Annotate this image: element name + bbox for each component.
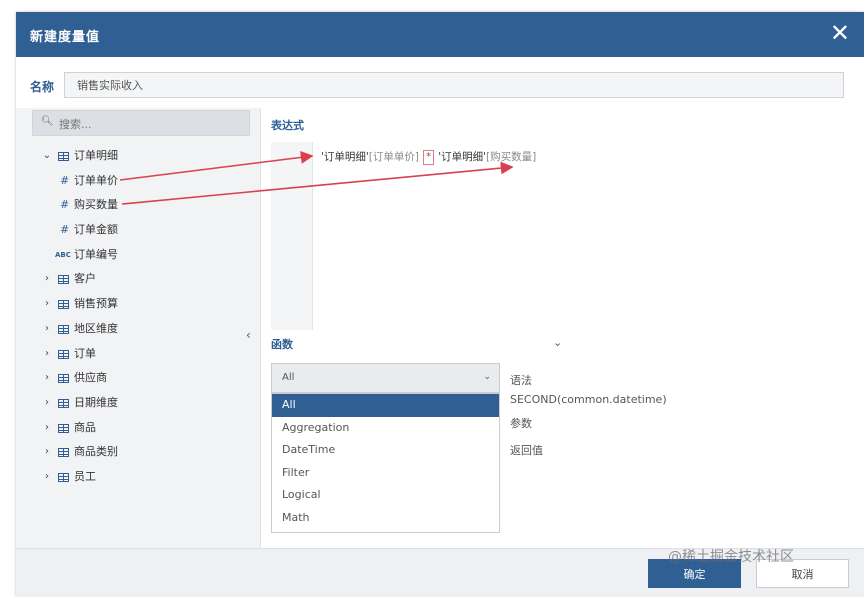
numeric-field-icon: # [60, 198, 70, 212]
chevron-right-icon[interactable]: › [42, 342, 52, 367]
dialog-titlebar: 新建度量值 ✕ [16, 12, 864, 57]
table-icon [58, 448, 69, 458]
chevron-right-icon[interactable]: › [42, 366, 52, 391]
return-label: 返回值 [510, 444, 543, 457]
functions-header: 函数 ⌄ [271, 336, 848, 358]
chevron-down-icon[interactable]: ⌄ [42, 144, 52, 169]
tree-field-label: 订单单价 [74, 173, 118, 187]
text-field-icon: ABC [55, 250, 71, 259]
dialog-title: 新建度量值 [30, 30, 101, 45]
table-icon [58, 275, 69, 285]
tree-table-label: 地区维度 [74, 321, 118, 335]
tree-table-label: 客户 [74, 272, 96, 286]
chevron-right-icon[interactable]: › [42, 440, 52, 465]
expression-gutter [271, 142, 312, 330]
tree-field-order-amount[interactable]: # 订单金额 [16, 218, 260, 243]
table-icon [58, 300, 69, 310]
tree-table-sales-budget[interactable]: › 销售预算 [16, 292, 260, 317]
table-icon [58, 423, 69, 433]
tree-table-label: 日期维度 [74, 395, 118, 409]
params-label: 参数 [510, 417, 532, 430]
chevron-down-icon[interactable]: ⌄ [553, 336, 562, 349]
tree-group-order-detail[interactable]: ⌄ 订单明细 [16, 144, 260, 169]
collapse-panel-icon[interactable]: ‹ [246, 328, 251, 342]
tree-field-label: 订单编号 [74, 247, 118, 261]
field-tree-panel: 🔍︎ ⌄ 订单明细 # 订单单价 # 购买数量 # 订单金额 ABC [16, 108, 260, 548]
table-icon [58, 374, 69, 384]
tree-table-label: 销售预算 [74, 297, 118, 311]
tree-table-order[interactable]: › 订单 [16, 342, 260, 367]
tree-table-date[interactable]: › 日期维度 [16, 391, 260, 416]
chevron-right-icon[interactable]: › [42, 317, 52, 342]
option-all[interactable]: All [272, 394, 499, 417]
tree-table-label: 员工 [74, 469, 96, 483]
expression-text: '订单明细'[订单单价] * '订单明细'[购买数量] [321, 149, 536, 165]
syntax-label: 语法 [510, 374, 532, 387]
expression-box: '订单明细'[订单单价] * '订单明细'[购买数量] [271, 142, 849, 330]
cancel-button[interactable]: 取消 [756, 559, 849, 588]
expr-column-ref: [订单单价] [368, 151, 419, 163]
tree-table-employee[interactable]: › 员工 [16, 465, 260, 490]
tree-table-label: 商品 [74, 420, 96, 434]
new-measure-dialog: 新建度量值 ✕ 名称 🔍︎ ⌄ 订单明细 # 订单单价 # 购买数量 [16, 12, 864, 597]
tree-field-unit-price[interactable]: # 订单单价 [16, 169, 260, 194]
table-icon [58, 472, 69, 482]
option-logical[interactable]: Logical [272, 484, 499, 507]
function-category-select[interactable]: All ⌄ [271, 363, 500, 393]
expr-table-ref: '订单明细' [321, 151, 369, 163]
table-icon [58, 398, 69, 408]
search-box[interactable]: 🔍︎ [32, 110, 250, 136]
expression-editor[interactable]: '订单明细'[订单单价] * '订单明细'[购买数量] [312, 142, 849, 330]
tree-table-customer[interactable]: › 客户 [16, 267, 260, 292]
table-icon [58, 349, 69, 359]
function-category-list: All Aggregation DateTime Filter Logical … [271, 393, 500, 533]
option-aggregation[interactable]: Aggregation [272, 417, 499, 440]
option-math[interactable]: Math [272, 507, 499, 530]
tree-table-label: 订单 [74, 346, 96, 360]
table-icon [58, 324, 69, 334]
tree-field-order-number[interactable]: ABC 订单编号 [16, 243, 260, 268]
expression-label: 表达式 [271, 119, 304, 132]
numeric-field-icon: # [60, 223, 70, 237]
search-icon: 🔍︎ [41, 116, 54, 127]
option-datetime[interactable]: DateTime [272, 439, 499, 462]
chevron-right-icon[interactable]: › [42, 391, 52, 416]
tree-table-supplier[interactable]: › 供应商 [16, 366, 260, 391]
name-label: 名称 [30, 80, 55, 94]
expr-column-ref: [购买数量] [486, 151, 537, 163]
search-input[interactable] [57, 114, 241, 134]
tree-field-label: 购买数量 [74, 198, 118, 212]
chevron-right-icon[interactable]: › [42, 292, 52, 317]
tree-table-region[interactable]: › 地区维度 [16, 317, 260, 342]
chevron-right-icon[interactable]: › [42, 416, 52, 441]
close-icon[interactable]: ✕ [830, 20, 850, 46]
name-row: 名称 [16, 70, 864, 100]
functions-label: 函数 [271, 338, 293, 351]
tree-table-label: 供应商 [74, 371, 107, 385]
syntax-value: SECOND(common.datetime) [510, 393, 667, 406]
ok-button[interactable]: 确定 [648, 559, 741, 588]
selected-category: All [282, 372, 295, 383]
dialog-footer: 确定 取消 [16, 548, 864, 597]
tree-group-label: 订单明细 [74, 149, 118, 162]
tree-table-product[interactable]: › 商品 [16, 416, 260, 441]
option-filter[interactable]: Filter [272, 462, 499, 485]
expr-operator: * [422, 150, 435, 165]
tree-table-label: 商品类别 [74, 445, 118, 459]
field-tree: ⌄ 订单明细 # 订单单价 # 购买数量 # 订单金额 ABC 订单编号 › 客… [16, 144, 260, 490]
panel-divider [260, 108, 261, 548]
chevron-right-icon[interactable]: › [42, 267, 52, 292]
dropdown-arrow-icon: ⌄ [483, 372, 491, 382]
table-icon [58, 152, 69, 161]
tree-table-category[interactable]: › 商品类别 [16, 440, 260, 465]
chevron-right-icon[interactable]: › [42, 465, 52, 490]
tree-field-quantity[interactable]: # 购买数量 [16, 193, 260, 218]
expr-table-ref: '订单明细' [438, 151, 487, 163]
name-input[interactable] [64, 72, 844, 98]
tree-field-label: 订单金额 [74, 223, 118, 237]
numeric-field-icon: # [60, 173, 70, 187]
